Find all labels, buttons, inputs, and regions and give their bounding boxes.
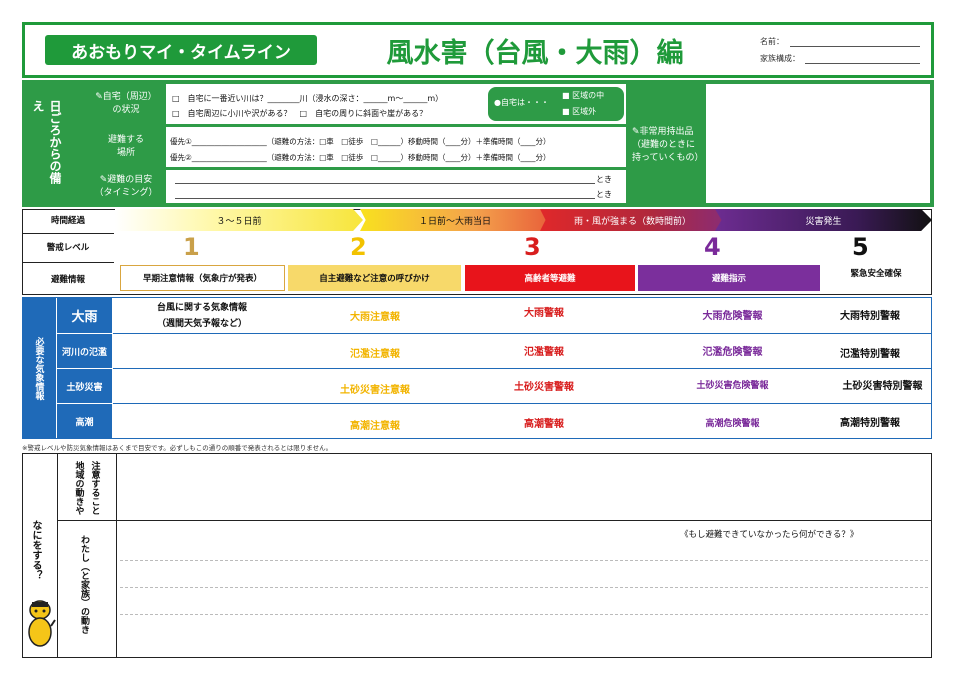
actions-section-label: なにをする？ [30,520,41,580]
phase-arrow-1: ３～５日前 [115,209,363,231]
level-1-number: 1 [183,233,200,261]
surge-advisory: 高潮注意報 [350,421,400,432]
flood-danger: 氾濫危険警報 [702,347,763,358]
my-actions-input[interactable] [118,522,930,656]
surge-danger: 高潮危険警報 [705,419,760,429]
name-label: 名前： [760,37,784,46]
evac-info-2: 自主避難など注意の呼びかけ [288,265,461,291]
mascot-icon [24,596,56,652]
weather-divider [113,333,931,334]
evac-info-4: 避難指示 [638,265,820,291]
weather-row-storm-surge: 高潮 [57,404,112,439]
checkbox-icon: ■ [562,91,573,100]
level-3-number: 3 [524,233,541,261]
toki-label-1: とき [596,175,612,184]
evac-row-label: 避難情報 [22,262,114,295]
home-zone-label: ●自宅は・・・ [494,98,549,107]
name-field[interactable] [790,46,920,47]
actions-divider [116,453,117,658]
weather-row-river: 河川の氾濫 [57,334,112,368]
area-watch-input[interactable] [118,455,930,518]
surge-warning: 高潮警報 [524,419,564,430]
heavy-rain-special: 大雨特別警報 [840,311,900,322]
toki-label-2: とき [596,190,612,199]
zone-outside-option[interactable]: ■ 区域外 [562,107,596,117]
weather-row-heavy-rain: 大雨 [57,297,112,333]
evac-info-3: 高齢者等避難 [465,265,635,291]
level-5-number: 5 [852,233,869,261]
surge-special: 高潮特別警報 [840,418,900,429]
evac-priority-1[interactable]: 優先①____________________（避難の方法：□車 □徒歩 □__… [170,137,550,147]
landslide-danger: 土砂災害危険警報 [696,381,769,391]
flood-special: 氾濫特別警報 [840,349,900,360]
landslide-warning: 土砂災害警報 [514,382,574,393]
heavy-rain-danger: 大雨危険警報 [702,311,763,322]
evac-timing-label: ✎避難の目安 （タイミング） [94,174,158,198]
phase-arrow-4: 災害発生 [715,209,932,231]
flood-advisory: 氾濫注意報 [350,349,400,360]
typhoon-info: 台風に関する気象情報 [156,303,247,313]
footnote: ※警戒レベルや防災気象情報はあくまで目安です。必ずしもこの通りの順番で発表される… [22,444,333,452]
evac-priority-2[interactable]: 優先②____________________（避難の方法：□車 □徒歩 □__… [170,153,550,163]
typhoon-info-note: （週間天気予報など） [156,319,247,329]
heavy-rain-advisory: 大雨注意報 [350,312,400,323]
level-2-number: 2 [350,233,367,261]
page-title: 風水害（台風・大雨）編 [386,37,684,69]
landslide-advisory: 土砂災害注意報 [340,385,410,396]
prep-section-label: 日ごろからの備え [31,100,62,184]
evac-place-label: 避難する 場所 [107,135,144,158]
area-watch-label: 地域の動きや 注意すること [73,461,100,515]
evac-info-1: 早期注意情報（気象庁が発表） [120,265,285,291]
timing-line-2 [175,198,595,199]
landslide-special: 土砂災害特別警報 [842,381,923,392]
emergency-items-label: ✎非常用持出品 （避難のときに 持っていくもの） [632,126,704,163]
home-status-label: ✎自宅（周辺） の状況 [95,92,157,115]
zone-inside-option[interactable]: ■ 区域の中 [562,91,604,101]
phase-arrow-3: 雨・風が強まる（数時間前） [540,209,725,231]
family-label: 家族構成： [760,54,800,63]
my-actions-label: わたし（と家族）の動き [79,535,89,634]
weather-divider [113,403,931,404]
level-row-label: 警戒レベル [22,233,114,259]
level-4-number: 4 [704,233,721,261]
weather-section-label: 必要な気象情報 [22,297,56,439]
home-question-1[interactable]: □ 自宅に一番近い川は？________川（浸水の深さ：______m～____… [172,94,443,104]
actions-divider [58,520,932,521]
heavy-rain-warning: 大雨警報 [524,308,564,319]
evac-info-5: 緊急安全確保 [850,269,902,279]
home-question-2[interactable]: □ 自宅周辺に小川や沢がある？ □ 自宅の周りに斜面や崖がある？ [172,109,427,119]
checkbox-icon: ■ [562,107,573,116]
family-field[interactable] [805,63,920,64]
weather-divider [113,368,931,369]
emergency-items-box[interactable] [706,84,930,203]
time-row-label: 時間経過 [50,216,85,226]
app-title: あおもりマイ・タイムライン [45,35,317,65]
timing-line-1 [175,183,595,184]
weather-row-landslide: 土砂災害 [57,369,112,403]
phase-arrow-2: １日前～大雨当日 [360,209,550,231]
flood-warning: 氾濫警報 [524,347,564,358]
